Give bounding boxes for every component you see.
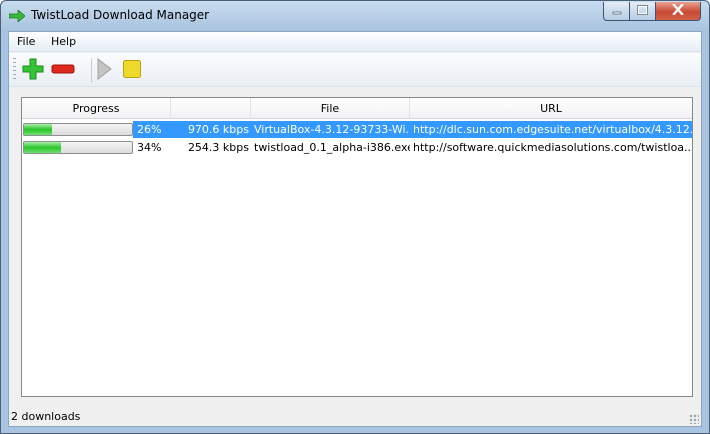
resize-grip[interactable] bbox=[689, 414, 699, 424]
progress-fill bbox=[24, 142, 61, 153]
maximize-icon bbox=[637, 4, 648, 18]
window-title: TwistLoad Download Manager bbox=[31, 8, 210, 22]
downloads-list[interactable]: Progress File URL 26% 970.6 kbps Virtual… bbox=[21, 97, 693, 397]
table-row[interactable]: 34% 254.3 kbps twistload_0.1_alpha-i386.… bbox=[22, 139, 692, 156]
table-row[interactable]: 26% 970.6 kbps VirtualBox-4.3.12-93733-W… bbox=[22, 121, 692, 138]
column-file[interactable]: File bbox=[251, 98, 410, 119]
column-progress[interactable]: Progress bbox=[22, 98, 171, 119]
close-button[interactable] bbox=[655, 2, 701, 21]
minimize-button[interactable] bbox=[603, 2, 630, 21]
speed-cell: 970.6 kbps bbox=[171, 121, 251, 138]
client-area: File Help Progress File URL 26% 970.6 kb… bbox=[8, 31, 702, 427]
minimize-icon bbox=[612, 5, 622, 18]
maximize-button[interactable] bbox=[629, 2, 656, 21]
file-cell: VirtualBox-4.3.12-93733-Wi... bbox=[251, 121, 410, 138]
column-url[interactable]: URL bbox=[410, 98, 692, 119]
list-header: Progress File URL bbox=[22, 98, 692, 119]
progress-fill bbox=[24, 124, 53, 135]
url-cell: http://dlc.sun.com.edgesuite.net/virtual… bbox=[410, 121, 692, 138]
percent-cell: 26% bbox=[133, 121, 171, 138]
play-icon bbox=[96, 57, 112, 83]
app-arrow-icon bbox=[8, 9, 26, 23]
progress-cell bbox=[22, 121, 133, 138]
toolbar-grip[interactable] bbox=[13, 58, 16, 82]
percent-cell: 34% bbox=[137, 141, 162, 154]
remove-download-button[interactable] bbox=[51, 58, 75, 82]
title-bar[interactable]: TwistLoad Download Manager bbox=[1, 1, 709, 31]
menu-file[interactable]: File bbox=[15, 35, 37, 48]
progress-bar bbox=[23, 123, 133, 136]
start-download-button[interactable] bbox=[92, 57, 116, 83]
minus-icon bbox=[51, 64, 75, 77]
status-bar: 2 downloads bbox=[9, 407, 701, 426]
stop-icon bbox=[122, 59, 142, 82]
close-icon bbox=[672, 3, 684, 18]
menu-help[interactable]: Help bbox=[49, 35, 78, 48]
progress-cell bbox=[22, 139, 133, 156]
file-cell: twistload_0.1_alpha-i386.exe bbox=[254, 141, 410, 154]
plus-icon bbox=[22, 58, 44, 83]
toolbar bbox=[9, 53, 701, 87]
url-cell: http://software.quickmediasolutions.com/… bbox=[413, 141, 692, 154]
progress-bar bbox=[23, 141, 133, 154]
menu-bar: File Help bbox=[9, 32, 701, 52]
add-download-button[interactable] bbox=[21, 58, 45, 82]
speed-cell: 254.3 kbps bbox=[187, 141, 249, 154]
status-text: 2 downloads bbox=[11, 410, 81, 423]
app-window: TwistLoad Download Manager File Help Pro… bbox=[0, 0, 710, 434]
stop-download-button[interactable] bbox=[120, 58, 144, 82]
column-speed[interactable] bbox=[171, 98, 251, 119]
